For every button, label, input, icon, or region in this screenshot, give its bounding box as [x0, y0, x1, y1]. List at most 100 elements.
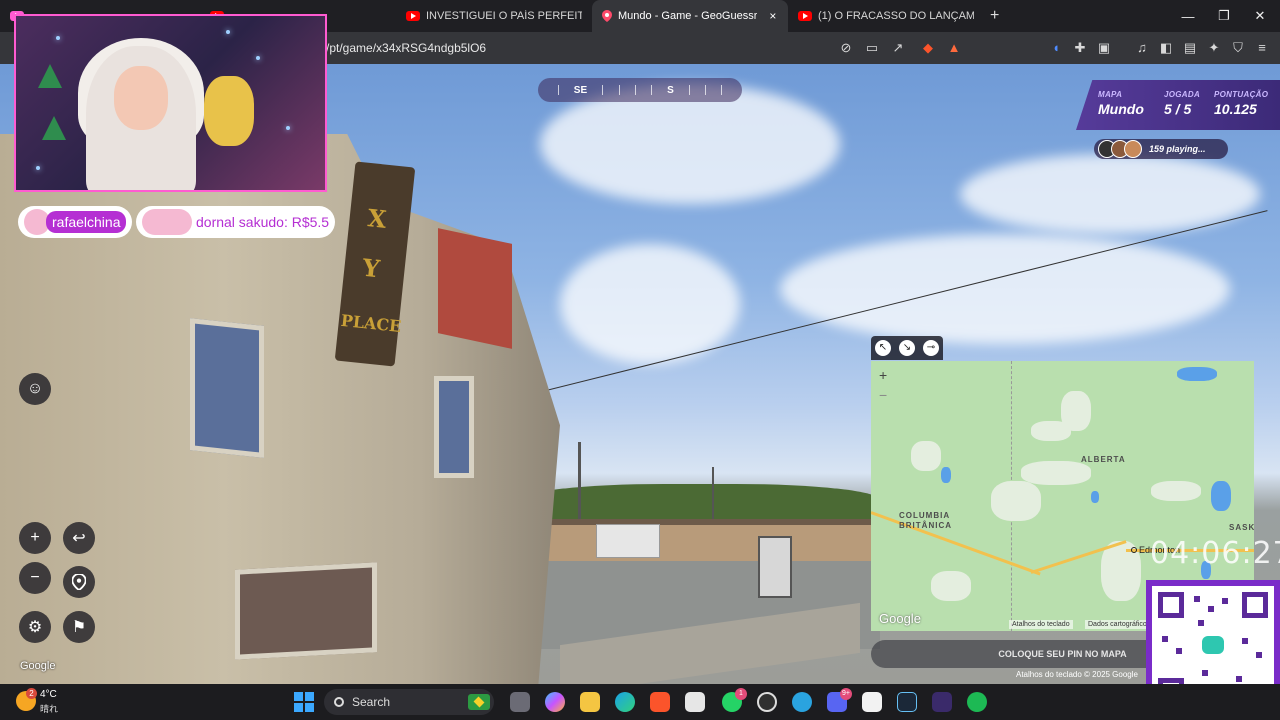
brave-shields-icon[interactable]: ◆: [920, 40, 936, 56]
google-logo: Google: [20, 660, 56, 672]
settings-button[interactable]: ⚙: [19, 611, 51, 643]
checkpoint-button[interactable]: [63, 566, 95, 598]
flag-button[interactable]: ⚑: [63, 611, 95, 643]
start-button[interactable]: [294, 692, 314, 712]
back-to-start-button[interactable]: ↩: [63, 522, 95, 554]
sidebar-icon[interactable]: ◧: [1158, 40, 1174, 56]
leo-icon[interactable]: ✦: [1206, 40, 1222, 56]
taskbar-search[interactable]: Search: [324, 689, 494, 715]
map-zoom-out-button[interactable]: −: [879, 387, 887, 403]
brave-rewards-icon[interactable]: ▲: [946, 40, 962, 56]
brave-icon[interactable]: [650, 692, 670, 712]
app-icon[interactable]: [932, 692, 952, 712]
telegram-icon[interactable]: [792, 692, 812, 712]
copilot-icon[interactable]: [545, 692, 565, 712]
sign-letter: X: [366, 203, 388, 234]
edge-icon[interactable]: [615, 692, 635, 712]
vpn-icon[interactable]: ⛉: [1230, 40, 1246, 56]
windows-logo-icon: [294, 692, 303, 701]
map-label-sask: SASK: [1229, 523, 1254, 532]
mute-icon[interactable]: ⊘: [838, 40, 854, 56]
window-close-button[interactable]: ✕: [1242, 0, 1278, 32]
zoom-in-button[interactable]: +: [19, 522, 51, 554]
store-icon[interactable]: [685, 692, 705, 712]
minus-icon: −: [30, 569, 40, 586]
red-roof: [438, 228, 512, 349]
windows-taskbar: 2 4°C 晴れ Search 1 9+: [0, 684, 1280, 720]
map-zoom-in-button[interactable]: +: [879, 367, 887, 383]
keyboard-shortcuts-link[interactable]: Atalhos do teclado: [1009, 620, 1073, 629]
building-window: [434, 376, 474, 478]
sign-letter: Y: [361, 252, 382, 284]
plus-icon: +: [30, 529, 40, 546]
music-icon[interactable]: ♫: [1134, 40, 1150, 56]
share-icon[interactable]: ↗: [890, 40, 906, 56]
map-size-controls: ↖ ↘ ⊸: [871, 336, 943, 360]
hud-value: 5 / 5: [1164, 101, 1192, 117]
google-logo: Google: [879, 611, 921, 626]
road-sign: [758, 536, 792, 598]
whatsapp-icon[interactable]: 1: [722, 688, 747, 712]
alert-message: dornal sakudo: R$5.50: [196, 214, 329, 230]
menu-icon[interactable]: ≡: [1254, 40, 1270, 56]
hud-score: PONTUAÇÃO 10.125: [1214, 90, 1268, 117]
cast-icon[interactable]: ▭: [864, 40, 880, 56]
shrink-map-icon[interactable]: ↘: [899, 340, 915, 356]
wallet-icon[interactable]: ▤: [1182, 40, 1198, 56]
compass-tick: [618, 85, 620, 95]
stream-alert: rafaelchina: [18, 206, 132, 238]
audio-icon[interactable]: ◖: [1048, 40, 1064, 56]
file-explorer-icon[interactable]: [580, 692, 600, 712]
windows-logo-icon: [305, 692, 314, 701]
map-data-link[interactable]: Dados cartográficos: [1085, 620, 1154, 629]
discord-icon[interactable]: 9+: [827, 688, 852, 712]
new-tab-button[interactable]: +: [990, 7, 999, 25]
capcut-icon[interactable]: [862, 692, 882, 712]
youtube-icon: [798, 11, 812, 21]
tab-youtube-3[interactable]: (1) O FRACASSO DO LANÇAMENTO: [788, 0, 984, 32]
spotify-icon[interactable]: [967, 692, 987, 712]
pin-map-icon[interactable]: ⊸: [923, 340, 939, 356]
windows-logo-icon: [294, 703, 303, 712]
map-label-bc: COLUMBIA: [899, 511, 951, 520]
obs-icon[interactable]: [757, 692, 777, 712]
fairy-light: [286, 126, 290, 130]
qr-dot: [1236, 676, 1242, 682]
streamer-webcam: [14, 14, 327, 192]
map-terrain: [1021, 461, 1091, 485]
weather-condition: 晴れ: [40, 704, 59, 714]
expand-map-icon[interactable]: ↖: [875, 340, 891, 356]
url-field[interactable]: /pt/game/x34xRSG4ndgb5lO6: [326, 41, 486, 55]
extensions-icon[interactable]: ✚: [1072, 40, 1088, 56]
stream-clock: 04:06:27: [1150, 536, 1280, 571]
report-button[interactable]: ☺: [19, 373, 51, 405]
compass-tick: [557, 85, 559, 95]
tab-geoguessr[interactable]: Mundo - Game - GeoGuessr ×: [592, 0, 788, 32]
windows-logo-icon: [305, 703, 314, 712]
minimize-button[interactable]: —: [1170, 0, 1206, 32]
players-online-text: 159 playing...: [1149, 144, 1206, 154]
hud-label: PONTUAÇÃO: [1214, 90, 1269, 99]
qr-marker: [1158, 592, 1184, 618]
tab-youtube-2[interactable]: INVESTIGUEI O PAÍS PERFEITO - YouTube: [396, 0, 592, 32]
hud-round: JOGADA 5 / 5: [1164, 90, 1200, 117]
hud-value: Mundo: [1098, 101, 1144, 117]
brazil-flag-icon: [468, 694, 490, 710]
hud-value: 10.125: [1214, 101, 1257, 117]
maximize-button[interactable]: ❐: [1206, 0, 1242, 32]
players-online-badge: 159 playing...: [1094, 139, 1228, 159]
qr-dot: [1176, 648, 1182, 654]
game-status-panel: MAPA Mundo JOGADA 5 / 5 PONTUAÇÃO 10.125: [1076, 80, 1280, 130]
zoom-out-button[interactable]: −: [19, 562, 51, 594]
steam-icon[interactable]: [897, 692, 917, 712]
gear-icon: ⚙: [27, 619, 43, 636]
youtube-icon: [406, 11, 420, 21]
christmas-tree: [38, 64, 62, 88]
sidepanel-icon[interactable]: ▣: [1096, 40, 1112, 56]
map-terrain: [1061, 391, 1091, 431]
task-view-icon[interactable]: [510, 692, 530, 712]
building-window: [190, 318, 264, 458]
tab-close-icon[interactable]: ×: [769, 9, 776, 23]
qr-dot: [1208, 606, 1214, 612]
tab-title: (1) O FRACASSO DO LANÇAMENTO: [818, 10, 974, 22]
